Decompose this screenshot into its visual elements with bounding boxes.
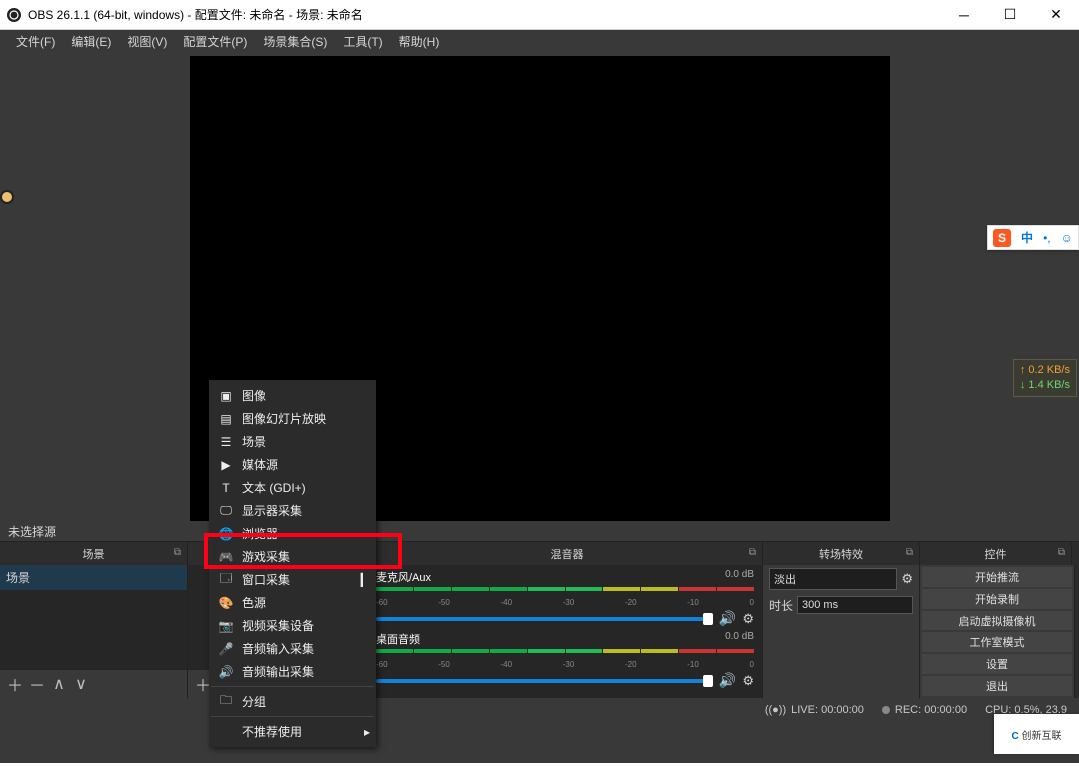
panel-header-mixer: 混音器⧉ bbox=[372, 542, 763, 565]
maximize-button[interactable]: ☐ bbox=[987, 0, 1033, 29]
popout-icon[interactable]: ⧉ bbox=[906, 547, 913, 558]
text-icon: T bbox=[219, 481, 233, 495]
ime-toolbar[interactable]: S 中 •, ☺ bbox=[987, 225, 1079, 250]
window-icon: 🗔 bbox=[219, 573, 233, 587]
remove-scene-button[interactable]: － bbox=[26, 673, 48, 695]
ctx-ain[interactable]: 🎤音频输入采集 bbox=[209, 637, 376, 660]
obs-logo-icon bbox=[6, 7, 22, 23]
vu-meter bbox=[376, 587, 754, 597]
scene-up-button[interactable]: ∧ bbox=[48, 673, 70, 695]
panel-trans: 淡出 ⚙ 时长 300 ms bbox=[763, 565, 920, 698]
monitor-icon: 🖵 bbox=[219, 504, 233, 518]
preview-area bbox=[0, 53, 1079, 521]
camera-icon: 📷 bbox=[219, 619, 233, 633]
speaker-out-icon: 🔊 bbox=[219, 665, 233, 679]
menu-scene[interactable]: 场景集合(S) bbox=[255, 30, 335, 53]
popout-icon[interactable]: ⧉ bbox=[174, 547, 181, 558]
scene-item[interactable]: 场景 bbox=[0, 565, 187, 590]
sogou-icon[interactable]: S bbox=[993, 229, 1011, 247]
add-scene-button[interactable]: ＋ bbox=[4, 673, 26, 695]
titlebar: OBS 26.1.1 (64-bit, windows) - 配置文件: 未命名… bbox=[0, 0, 1079, 30]
duration-input[interactable]: 300 ms bbox=[797, 596, 913, 614]
record-dot-icon bbox=[882, 706, 890, 714]
ctx-color[interactable]: 🎨色源 bbox=[209, 591, 376, 614]
volume-slider[interactable] bbox=[376, 617, 713, 621]
status-live: ((●))LIVE: 00:00:00 bbox=[765, 704, 864, 716]
ctx-vcapture[interactable]: 📷视频采集设备 bbox=[209, 614, 376, 637]
menubar: 文件(F) 编辑(E) 视图(V) 配置文件(P) 场景集合(S) 工具(T) … bbox=[0, 30, 1079, 53]
menu-edit[interactable]: 编辑(E) bbox=[63, 30, 119, 53]
menu-view[interactable]: 视图(V) bbox=[119, 30, 175, 53]
gear-icon[interactable]: ⚙ bbox=[742, 611, 754, 627]
mic-icon: 🎤 bbox=[219, 642, 233, 656]
close-button[interactable]: ✕ bbox=[1033, 0, 1079, 29]
panel-scene: 场景 ＋ － ∧ ∨ bbox=[0, 565, 188, 698]
scene-down-button[interactable]: ∨ bbox=[70, 673, 92, 695]
speaker-icon[interactable]: 🔊 bbox=[719, 672, 736, 689]
menu-tools[interactable]: 工具(T) bbox=[335, 30, 390, 53]
list-icon: ☰ bbox=[219, 435, 233, 449]
transition-select[interactable]: 淡出 bbox=[769, 568, 897, 590]
panel-ctrl: 开始推流 开始录制 启动虚拟摄像机 工作室模式 设置 退出 bbox=[920, 565, 1075, 698]
menu-help[interactable]: 帮助(H) bbox=[391, 30, 448, 53]
status-rec: REC: 00:00:00 bbox=[882, 704, 967, 716]
image-icon: ▣ bbox=[219, 389, 233, 403]
ime-mode[interactable]: 中 bbox=[1021, 229, 1033, 246]
left-dock-icons bbox=[0, 190, 18, 244]
panel-header-scene: 场景⧉ bbox=[0, 542, 188, 565]
start-virtualcam-button[interactable]: 启动虚拟摄像机 bbox=[922, 611, 1072, 631]
ctx-deprecated[interactable]: 不推荐使用▸ bbox=[209, 720, 376, 743]
ctx-window[interactable]: 🗔窗口采集▎ bbox=[209, 568, 376, 591]
studio-mode-button[interactable]: 工作室模式 bbox=[922, 632, 1072, 652]
ctx-media[interactable]: ▶媒体源 bbox=[209, 453, 376, 476]
vu-meter bbox=[376, 649, 754, 659]
broadcast-icon: ((●)) bbox=[765, 704, 786, 716]
speed-overlay: ↑ 0.2 KB/s ↓ 1.4 KB/s bbox=[1013, 359, 1077, 397]
watermark: C 创新互联 bbox=[994, 714, 1079, 754]
mixer-track-desktop: 桌面音频0.0 dB -60-50-40-30-20-100 🔊 ⚙ bbox=[368, 627, 762, 689]
gear-icon[interactable]: ⚙ bbox=[901, 571, 913, 587]
popout-icon[interactable]: ⧉ bbox=[1058, 547, 1065, 558]
ctx-slideshow[interactable]: ▤图像幻灯片放映 bbox=[209, 407, 376, 430]
menu-file[interactable]: 文件(F) bbox=[8, 30, 63, 53]
emoji-icon[interactable]: ☺ bbox=[1061, 231, 1073, 245]
minimize-button[interactable]: ─ bbox=[941, 0, 987, 29]
ctx-display[interactable]: 🖵显示器采集 bbox=[209, 499, 376, 522]
chevron-right-icon: ▎ bbox=[361, 573, 370, 587]
menu-profile[interactable]: 配置文件(P) bbox=[175, 30, 255, 53]
gamepad-icon: 🎮 bbox=[219, 550, 233, 564]
slideshow-icon: ▤ bbox=[219, 412, 233, 426]
panel-mixer: 麦克风/Aux0.0 dB -60-50-40-30-20-100 🔊 ⚙ 桌面… bbox=[368, 565, 763, 698]
popout-icon[interactable]: ⧉ bbox=[749, 547, 756, 558]
gear-icon[interactable]: ⚙ bbox=[742, 673, 754, 689]
panel-header-trans: 转场特效⧉ bbox=[763, 542, 920, 565]
no-source-label: 未选择源 bbox=[8, 523, 56, 540]
exit-button[interactable]: 退出 bbox=[922, 676, 1072, 696]
speaker-icon[interactable]: 🔊 bbox=[719, 610, 736, 627]
start-streaming-button[interactable]: 开始推流 bbox=[922, 567, 1072, 587]
mixer-track-mic: 麦克风/Aux0.0 dB -60-50-40-30-20-100 🔊 ⚙ bbox=[368, 565, 762, 627]
globe-icon: 🌐 bbox=[219, 527, 233, 541]
panel-header-ctrl: 控件⧉ bbox=[920, 542, 1072, 565]
ctx-image[interactable]: ▣图像 bbox=[209, 384, 376, 407]
ctx-browser[interactable]: 🌐浏览器 bbox=[209, 522, 376, 545]
volume-slider[interactable] bbox=[376, 679, 713, 683]
window-title: OBS 26.1.1 (64-bit, windows) - 配置文件: 未命名… bbox=[28, 6, 363, 23]
duration-label: 时长 bbox=[769, 597, 793, 614]
drop-icon: 🎨 bbox=[219, 596, 233, 610]
ctx-game[interactable]: 🎮游戏采集 bbox=[209, 545, 376, 568]
ctx-aout[interactable]: 🔊音频输出采集 bbox=[209, 660, 376, 683]
start-recording-button[interactable]: 开始录制 bbox=[922, 589, 1072, 609]
play-icon: ▶ bbox=[219, 458, 233, 472]
statusbar: ((●))LIVE: 00:00:00 REC: 00:00:00 CPU: 0… bbox=[0, 698, 1079, 722]
ctx-text[interactable]: T文本 (GDI+) bbox=[209, 476, 376, 499]
ctx-scene[interactable]: ☰场景 bbox=[209, 430, 376, 453]
settings-button[interactable]: 设置 bbox=[922, 654, 1072, 674]
info-bar: 未选择源 bbox=[0, 521, 1079, 541]
chevron-right-icon: ▸ bbox=[364, 725, 370, 739]
ctx-group[interactable]: 🗀分组 bbox=[209, 690, 376, 713]
folder-icon: 🗀 bbox=[219, 695, 233, 709]
source-context-menu: ▣图像 ▤图像幻灯片放映 ☰场景 ▶媒体源 T文本 (GDI+) 🖵显示器采集 … bbox=[209, 380, 376, 747]
